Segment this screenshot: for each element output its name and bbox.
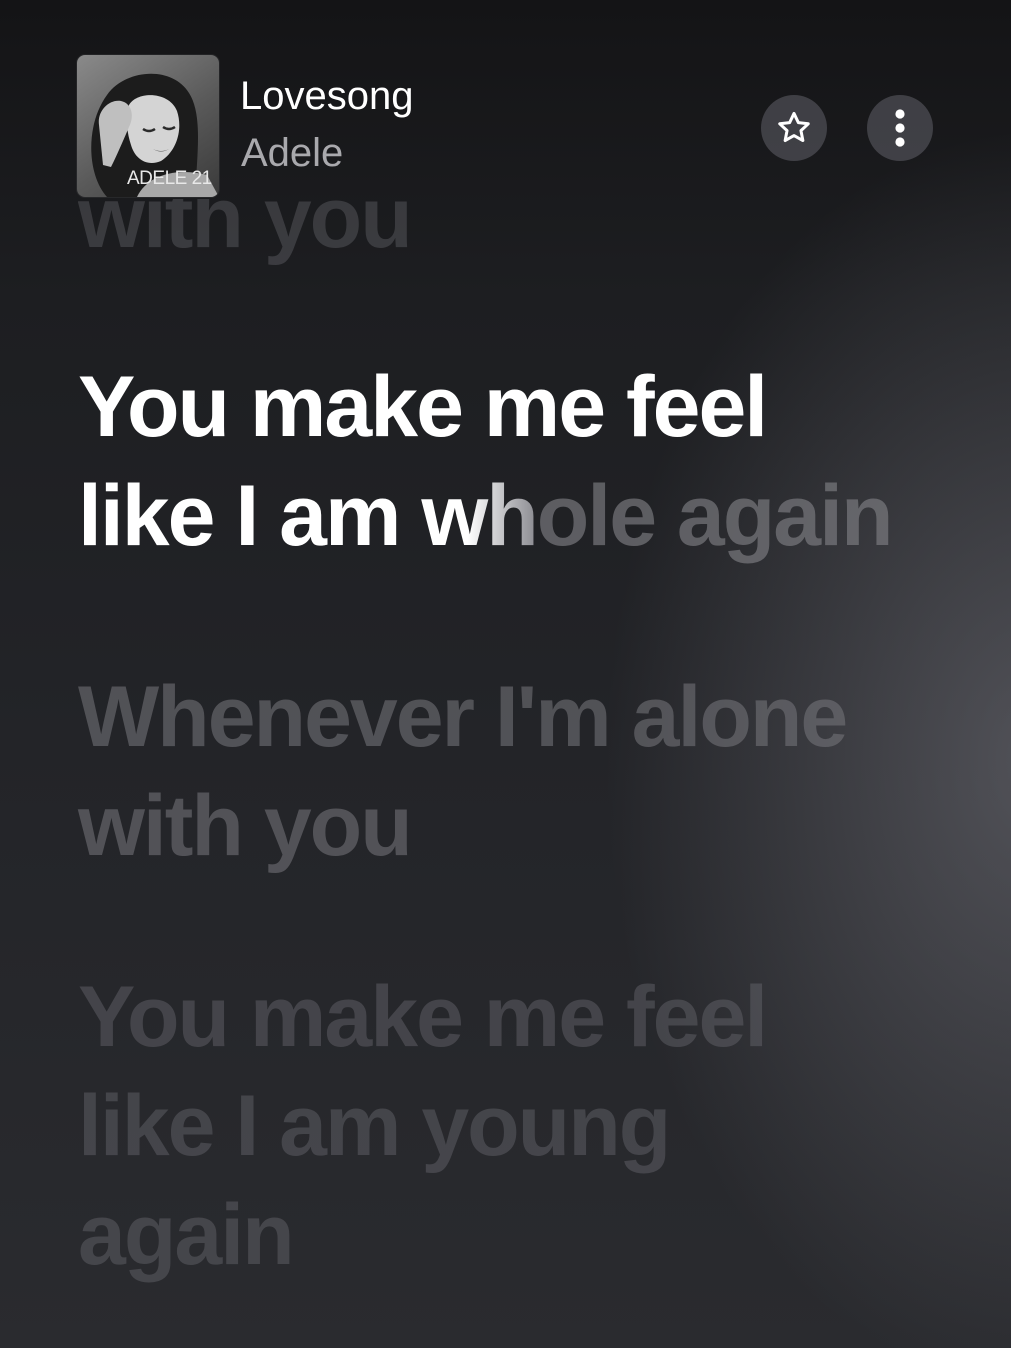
lyric-text: You make me feel: [78, 359, 768, 455]
lyric-text: again: [78, 1187, 295, 1283]
lyric-text: Whenever I'm alone: [78, 669, 848, 765]
track-artist[interactable]: Adele: [241, 131, 343, 176]
album-cover-caption: ADELE 21: [127, 168, 212, 189]
lyric-text-line2: like I am whole again: [78, 462, 894, 571]
lyric-line-upcoming[interactable]: Whenever I'm alone with you: [78, 663, 848, 881]
lyric-line-current[interactable]: You make me feel like I am whole again: [78, 353, 894, 571]
lyric-line-upcoming[interactable]: You make me feel like I am young again: [78, 963, 768, 1290]
lyric-unsung-text: ole again: [536, 468, 894, 564]
lyric-text: like I am young: [78, 1078, 671, 1174]
album-cover[interactable]: ADELE 21: [77, 55, 219, 197]
lyric-text: with you: [78, 778, 413, 874]
lyric-singing-text: wh: [421, 468, 538, 564]
more-options-button[interactable]: [867, 95, 933, 161]
star-outline-icon: [778, 111, 810, 143]
track-title[interactable]: Lovesong: [240, 74, 413, 119]
lyric-sung-text: like I am: [78, 468, 422, 564]
lyric-text: You make me feel: [78, 969, 768, 1065]
vertical-ellipsis-icon: [895, 109, 905, 147]
favorite-button[interactable]: [761, 95, 827, 161]
